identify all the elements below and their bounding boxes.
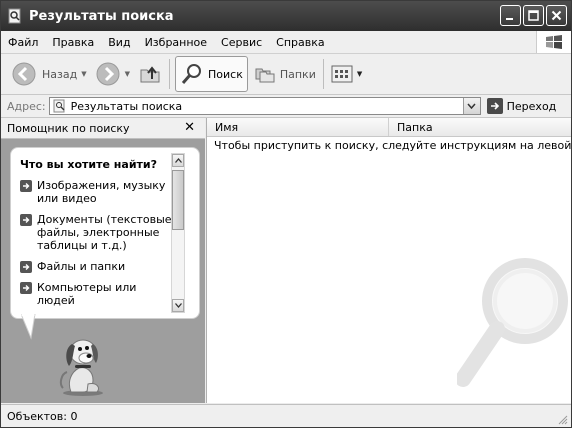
toolbar: Назад ▼ ▼ Поиск Папки ▼ (1, 54, 571, 95)
balloon-scrollbar[interactable] (171, 153, 185, 313)
folder-up-icon (140, 66, 160, 83)
address-label: Адрес: (7, 99, 46, 113)
arrow-right-icon (20, 282, 32, 294)
folders-button[interactable]: Папки (250, 57, 320, 91)
scroll-up-button[interactable] (172, 154, 184, 167)
results-pane: Имя Папка Чтобы приступить к поиску, сле… (206, 118, 572, 403)
search-button[interactable]: Поиск (175, 56, 248, 92)
back-arrow-icon (12, 62, 36, 86)
back-dropdown-icon[interactable]: ▼ (81, 70, 86, 78)
menu-favorites[interactable]: Избранное (138, 36, 214, 49)
forward-arrow-icon (96, 62, 120, 86)
address-bar: Адрес: Результаты поиска Переход (1, 95, 571, 118)
status-object-count: Объектов: 0 (7, 410, 78, 423)
folders-icon (255, 68, 275, 83)
balloon-tail (21, 314, 36, 340)
menu-view[interactable]: Вид (101, 36, 137, 49)
address-field[interactable]: Результаты поиска (48, 97, 481, 115)
maximize-button[interactable] (523, 5, 544, 26)
resize-grip-icon[interactable] (556, 413, 568, 425)
menu-edit[interactable]: Правка (45, 36, 101, 49)
search-results-icon (53, 99, 65, 113)
assistant-heading: Что вы хотите найти? (20, 158, 157, 171)
views-icon (331, 65, 353, 83)
window-title: Результаты поиска (29, 8, 174, 24)
search-icon (181, 64, 201, 84)
arrow-right-icon (20, 180, 32, 192)
option-documents[interactable]: Документы (текстовые файлы, электронные … (20, 213, 172, 252)
up-button[interactable] (134, 57, 166, 91)
forward-dropdown-icon[interactable]: ▼ (125, 70, 130, 78)
go-button[interactable]: Переход (486, 98, 557, 114)
chevron-down-icon (174, 303, 182, 308)
arrow-right-icon (20, 261, 32, 273)
go-label: Переход (506, 99, 557, 113)
minimize-icon (506, 18, 513, 20)
address-dropdown-button[interactable] (462, 98, 480, 114)
assistant-title: Помощник по поиску (7, 121, 130, 135)
windows-logo (536, 31, 571, 53)
address-value: Результаты поиска (70, 99, 183, 113)
column-name[interactable]: Имя (207, 118, 389, 136)
close-icon (551, 10, 562, 21)
maximize-icon (528, 10, 539, 21)
views-dropdown-icon[interactable]: ▼ (357, 70, 362, 78)
toolbar-separator (322, 59, 324, 89)
magnifier-watermark-icon (457, 258, 568, 387)
search-dog-icon[interactable] (53, 332, 113, 397)
menu-file[interactable]: Файл (1, 36, 45, 49)
status-bar: Объектов: 0 (1, 404, 571, 427)
scroll-thumb[interactable] (172, 170, 184, 230)
column-headers: Имя Папка (207, 118, 571, 137)
explorer-window: Результаты поиска Файл Правка Вид Избран… (0, 0, 572, 428)
column-folder[interactable]: Папка (389, 118, 571, 136)
option-media[interactable]: Изображения, музыку или видео (20, 179, 172, 205)
search-label: Поиск (208, 67, 243, 81)
folders-label: Папки (279, 67, 316, 81)
arrow-right-icon (20, 214, 32, 226)
option-files-folders[interactable]: Файлы и папки (20, 260, 172, 273)
menu-tools[interactable]: Сервис (214, 36, 269, 49)
back-label: Назад (42, 67, 78, 81)
option-media-label: Изображения, музыку или видео (37, 179, 166, 205)
minimize-button[interactable] (500, 5, 521, 26)
assistant-header: Помощник по поиску ✕ (1, 118, 205, 139)
option-computers-people-label: Компьютеры или людей (37, 281, 137, 307)
scroll-down-button[interactable] (172, 299, 184, 312)
search-window-icon (8, 8, 21, 24)
menu-bar: Файл Правка Вид Избранное Сервис Справка (1, 31, 571, 54)
assistant-close-icon[interactable]: ✕ (184, 120, 195, 135)
search-hint-text: Чтобы приступить к поиску, следуйте инст… (214, 139, 572, 152)
option-computers-people[interactable]: Компьютеры или людей (20, 281, 172, 307)
option-documents-label: Документы (текстовые файлы, электронные … (37, 213, 172, 252)
close-button[interactable] (546, 5, 567, 26)
go-arrow-icon (486, 98, 503, 114)
search-assistant-pane: Помощник по поиску ✕ Что вы хотите найти… (1, 118, 205, 403)
title-bar[interactable]: Результаты поиска (1, 1, 571, 31)
toolbar-separator (169, 59, 170, 89)
views-button[interactable]: ▼ (327, 57, 366, 91)
chevron-up-icon (174, 158, 182, 163)
menu-help[interactable]: Справка (269, 36, 331, 49)
forward-button[interactable]: ▼ (91, 57, 134, 91)
assistant-balloon: Что вы хотите найти? Изображения, музыку… (10, 147, 200, 319)
windows-flag-icon (546, 35, 562, 49)
back-button[interactable]: Назад ▼ (7, 57, 91, 91)
option-files-folders-label: Файлы и папки (37, 260, 126, 273)
chevron-down-icon (467, 103, 476, 109)
